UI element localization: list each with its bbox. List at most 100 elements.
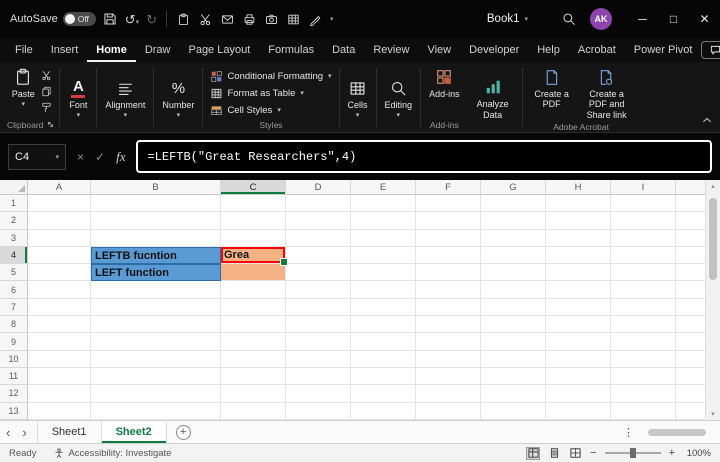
row-header-12[interactable]: 12 bbox=[0, 385, 28, 403]
cell-F8[interactable] bbox=[416, 316, 481, 334]
cells-button[interactable]: Cells ▾ bbox=[345, 76, 371, 121]
cell-H2[interactable] bbox=[546, 212, 611, 230]
cell-B10[interactable] bbox=[91, 350, 221, 368]
sheet-tab-sheet1[interactable]: Sheet1 bbox=[36, 421, 102, 443]
row-header-7[interactable]: 7 bbox=[0, 298, 28, 317]
cell-G5[interactable] bbox=[481, 264, 546, 282]
cell-D9[interactable] bbox=[286, 333, 351, 351]
conditional-formatting-button[interactable]: Conditional Formatting ▾ bbox=[208, 68, 333, 84]
cell-filler[interactable] bbox=[676, 230, 705, 247]
cell-F10[interactable] bbox=[416, 350, 481, 368]
cell-H6[interactable] bbox=[546, 281, 611, 299]
cell-filler[interactable] bbox=[676, 247, 705, 265]
cell-filler[interactable] bbox=[676, 351, 705, 368]
cell-D7[interactable] bbox=[286, 298, 351, 317]
cell-I1[interactable] bbox=[611, 195, 676, 213]
cancel-entry-button[interactable]: × bbox=[77, 150, 84, 164]
cell-B13[interactable] bbox=[91, 402, 221, 420]
font-button[interactable]: A Font ▾ bbox=[65, 76, 91, 121]
vertical-scrollbar[interactable]: ▴ ▾ bbox=[705, 180, 720, 420]
cell-I8[interactable] bbox=[611, 316, 676, 334]
document-title[interactable]: Book1 ▾ bbox=[487, 13, 528, 25]
cell-filler[interactable] bbox=[676, 212, 705, 230]
paste-qat-icon[interactable] bbox=[176, 12, 191, 27]
cell-D1[interactable] bbox=[286, 195, 351, 213]
cell-styles-button[interactable]: Cell Styles ▾ bbox=[208, 102, 333, 118]
paste-button[interactable]: Paste ▾ bbox=[9, 65, 38, 110]
zoom-level[interactable]: 100% bbox=[683, 448, 711, 459]
add-sheet-button[interactable]: + bbox=[175, 424, 191, 440]
cell-C8[interactable] bbox=[221, 316, 286, 334]
cell-B11[interactable] bbox=[91, 367, 221, 386]
cell-filler[interactable] bbox=[676, 281, 705, 299]
cell-H1[interactable] bbox=[546, 195, 611, 213]
cell-D3[interactable] bbox=[286, 229, 351, 247]
search-icon[interactable] bbox=[561, 12, 576, 27]
cell-C9[interactable] bbox=[221, 333, 286, 351]
format-painter-icon[interactable] bbox=[41, 101, 53, 113]
cell-A12[interactable] bbox=[28, 385, 91, 403]
email-qat-icon[interactable] bbox=[220, 12, 235, 27]
cell-F5[interactable] bbox=[416, 264, 481, 282]
column-header-I[interactable]: I bbox=[611, 180, 676, 195]
qat-overflow-chevron-icon[interactable]: ▾ bbox=[330, 15, 334, 23]
row-header-3[interactable]: 3 bbox=[0, 229, 28, 247]
cell-D6[interactable] bbox=[286, 281, 351, 299]
row-header-8[interactable]: 8 bbox=[0, 316, 28, 334]
cell-C10[interactable] bbox=[221, 350, 286, 368]
formula-input[interactable]: =LEFTB("Great Researchers",4) bbox=[136, 140, 712, 173]
cell-B7[interactable] bbox=[91, 298, 221, 317]
row-header-2[interactable]: 2 bbox=[0, 212, 28, 230]
column-header-F[interactable]: F bbox=[416, 180, 481, 195]
cell-C3[interactable] bbox=[221, 229, 286, 247]
analyze-data-button[interactable]: Analyze Data bbox=[469, 75, 517, 122]
cell-A8[interactable] bbox=[28, 316, 91, 334]
row-header-4[interactable]: 4 bbox=[0, 246, 28, 265]
cell-G13[interactable] bbox=[481, 402, 546, 420]
cell-I10[interactable] bbox=[611, 350, 676, 368]
cell-D13[interactable] bbox=[286, 402, 351, 420]
cell-I7[interactable] bbox=[611, 298, 676, 317]
cell-E11[interactable] bbox=[351, 367, 416, 386]
horizontal-scrollbar-thumb[interactable] bbox=[648, 428, 706, 436]
scroll-up-icon[interactable]: ▴ bbox=[711, 182, 715, 190]
cell-A11[interactable] bbox=[28, 367, 91, 386]
cell-B8[interactable] bbox=[91, 316, 221, 334]
cell-F6[interactable] bbox=[416, 281, 481, 299]
cell-E10[interactable] bbox=[351, 350, 416, 368]
print-qat-icon[interactable] bbox=[242, 12, 257, 27]
column-header-C[interactable]: C bbox=[221, 180, 286, 195]
column-header-H[interactable]: H bbox=[546, 180, 611, 195]
row-header-5[interactable]: 5 bbox=[0, 264, 28, 282]
cell-I6[interactable] bbox=[611, 281, 676, 299]
cell-I12[interactable] bbox=[611, 385, 676, 403]
cell-G11[interactable] bbox=[481, 367, 546, 386]
confirm-entry-button[interactable]: ✓ bbox=[95, 150, 105, 164]
dialog-launcher-icon[interactable] bbox=[47, 121, 54, 128]
menu-tab-power-pivot[interactable]: Power Pivot bbox=[625, 38, 702, 62]
normal-view-button[interactable] bbox=[526, 446, 541, 460]
cell-G1[interactable] bbox=[481, 195, 546, 213]
cell-G6[interactable] bbox=[481, 281, 546, 299]
cell-E3[interactable] bbox=[351, 229, 416, 247]
addins-button[interactable]: Add-ins bbox=[426, 65, 463, 101]
cell-H4[interactable] bbox=[546, 246, 611, 265]
avatar[interactable]: AK bbox=[590, 8, 612, 30]
cell-D5[interactable] bbox=[286, 264, 351, 282]
cell-H13[interactable] bbox=[546, 402, 611, 420]
scroll-down-icon[interactable]: ▾ bbox=[711, 410, 715, 418]
minimize-button[interactable]: ─ bbox=[627, 0, 658, 38]
number-button[interactable]: % Number ▾ bbox=[159, 76, 197, 121]
accessibility-status[interactable]: Accessibility: Investigate bbox=[54, 448, 171, 459]
cell-filler[interactable] bbox=[676, 385, 705, 403]
menu-tab-acrobat[interactable]: Acrobat bbox=[569, 38, 625, 62]
cell-E1[interactable] bbox=[351, 195, 416, 213]
row-header-1[interactable]: 1 bbox=[0, 195, 28, 213]
camera-qat-icon[interactable] bbox=[264, 12, 279, 27]
cell-B12[interactable] bbox=[91, 385, 221, 403]
cell-H7[interactable] bbox=[546, 298, 611, 317]
cell-C2[interactable] bbox=[221, 212, 286, 230]
collapse-ribbon-button[interactable] bbox=[702, 111, 712, 129]
zoom-in-button[interactable]: + bbox=[668, 447, 676, 459]
sheet-bar-menu-icon[interactable]: ⋮ bbox=[619, 426, 638, 439]
